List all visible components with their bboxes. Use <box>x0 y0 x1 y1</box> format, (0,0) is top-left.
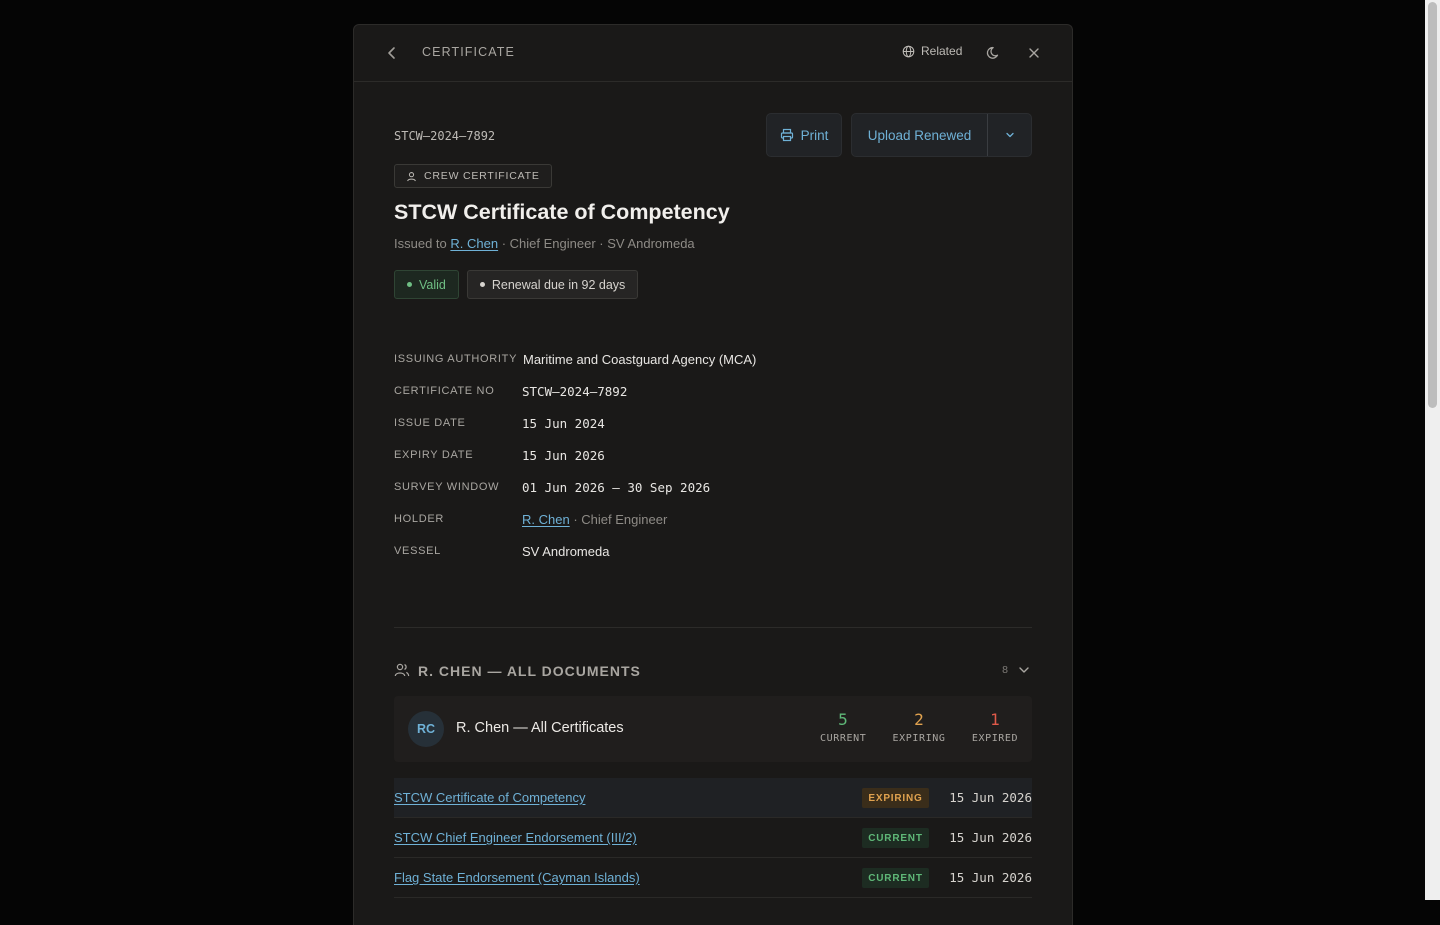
related-button[interactable]: Related <box>902 44 962 58</box>
holder-field-link[interactable]: R. Chen <box>522 512 570 527</box>
upload-renewed-button[interactable]: Upload Renewed <box>852 114 987 156</box>
stat-number: 5 <box>838 710 848 729</box>
document-date: 15 Jun 2026 <box>949 790 1032 805</box>
table-row[interactable]: STCW Chief Engineer Endorsement (III/2) … <box>394 818 1032 858</box>
page-title: STCW Certificate of Competency <box>394 200 730 224</box>
documents-section-header[interactable]: R. CHEN — ALL DOCUMENTS 8 <box>394 660 1032 682</box>
document-link[interactable]: Flag State Endorsement (Cayman Islands) <box>394 870 640 885</box>
print-button[interactable]: Print <box>766 113 842 157</box>
document-link[interactable]: STCW Chief Engineer Endorsement (III/2) <box>394 830 637 845</box>
field-value: Maritime and Coastguard Agency (MCA) <box>523 351 757 367</box>
stat-number: 2 <box>914 710 924 729</box>
page-scrollbar[interactable] <box>1425 0 1440 900</box>
close-icon <box>1029 48 1039 58</box>
stat-label: EXPIRING <box>892 733 946 744</box>
moon-icon <box>986 46 999 59</box>
stat-number: 1 <box>990 710 1000 729</box>
type-badge-label: CREW CERTIFICATE <box>424 170 540 182</box>
field-label: ISSUING AUTHORITY <box>394 353 518 365</box>
stat-expiring: 2 EXPIRING <box>892 710 946 744</box>
issued-line: Issued to R. Chen · Chief Engineer · SV … <box>394 236 695 251</box>
document-date: 15 Jun 2026 <box>949 870 1032 885</box>
issued-prefix: Issued to <box>394 236 447 251</box>
documents-count: 8 <box>1002 664 1008 676</box>
holder-link[interactable]: R. Chen <box>450 236 498 251</box>
field-label: HOLDER <box>394 513 445 525</box>
globe-icon <box>902 45 915 57</box>
status-valid-label: Valid <box>419 277 446 292</box>
status-badge: CURRENT <box>862 868 929 888</box>
users-icon <box>394 662 410 683</box>
field-label: SURVEY WINDOW <box>394 481 500 493</box>
certificate-code: STCW–2024–7892 <box>394 129 496 143</box>
field-value: 15 Jun 2026 <box>522 447 605 463</box>
section-divider <box>394 627 1032 628</box>
issued-suffix: · Chief Engineer · SV Andromeda <box>501 236 695 251</box>
document-date: 15 Jun 2026 <box>949 830 1032 845</box>
panel-header: CERTIFICATE Related <box>354 25 1072 82</box>
user-icon <box>407 171 416 181</box>
table-row[interactable]: STCW Certificate of Competency EXPIRING … <box>394 778 1032 818</box>
stat-label: CURRENT <box>820 733 867 744</box>
close-button[interactable] <box>1027 43 1041 68</box>
field-value: 15 Jun 2024 <box>522 415 605 431</box>
chevron-down-icon[interactable] <box>1018 663 1030 682</box>
field-value: SV Andromeda <box>522 543 610 559</box>
field-value: R. Chen · Chief Engineer <box>522 512 667 527</box>
field-label: ISSUE DATE <box>394 417 466 429</box>
upload-split-button: Upload Renewed <box>851 113 1032 157</box>
document-link[interactable]: STCW Certificate of Competency <box>394 790 585 805</box>
chevron-left-icon <box>388 47 395 59</box>
back-button[interactable] <box>384 43 400 63</box>
summary-name: R. Chen — All Certificates <box>456 720 624 736</box>
status-renewal-label: Renewal due in 92 days <box>491 277 626 292</box>
status-badge: CURRENT <box>862 828 929 848</box>
chevron-down-icon <box>1005 132 1014 138</box>
status-badge-valid: Valid <box>394 270 459 299</box>
status-dot <box>479 282 485 287</box>
certificate-type-badge: CREW CERTIFICATE <box>394 164 552 188</box>
certificate-panel: CERTIFICATE Related STCW–2024–7892 Print… <box>353 24 1073 925</box>
table-row[interactable]: Flag State Endorsement (Cayman Islands) … <box>394 858 1032 898</box>
avatar: RC <box>408 711 444 747</box>
scrollbar-thumb[interactable] <box>1428 2 1437 408</box>
field-label: EXPIRY DATE <box>394 449 474 461</box>
documents-section-title: R. CHEN — ALL DOCUMENTS <box>418 663 641 679</box>
field-value: STCW–2024–7892 <box>522 383 628 399</box>
holder-role: · Chief Engineer <box>573 511 668 527</box>
print-label: Print <box>800 127 829 143</box>
panel-title: CERTIFICATE <box>422 45 515 59</box>
status-row: Valid Renewal due in 92 days <box>394 270 639 299</box>
status-badge: EXPIRING <box>862 788 929 808</box>
printer-icon <box>780 128 793 142</box>
holder-summary-card: RC R. Chen — All Certificates 5 CURRENT … <box>394 696 1032 762</box>
field-label: CERTIFICATE NO <box>394 385 495 397</box>
stat-label: EXPIRED <box>971 733 1019 744</box>
related-label: Related <box>921 44 963 58</box>
stat-current: 5 CURRENT <box>820 710 866 744</box>
theme-toggle-button[interactable] <box>985 43 1001 68</box>
stat-expired: 1 EXPIRED <box>971 710 1019 744</box>
status-dot <box>407 282 412 287</box>
field-value: 01 Jun 2026 — 30 Sep 2026 <box>522 479 711 495</box>
upload-options-button[interactable] <box>987 114 1031 156</box>
status-badge-renewal: Renewal due in 92 days <box>466 270 639 299</box>
field-label: VESSEL <box>394 545 442 557</box>
action-bar: Print Upload Renewed <box>766 113 1032 157</box>
